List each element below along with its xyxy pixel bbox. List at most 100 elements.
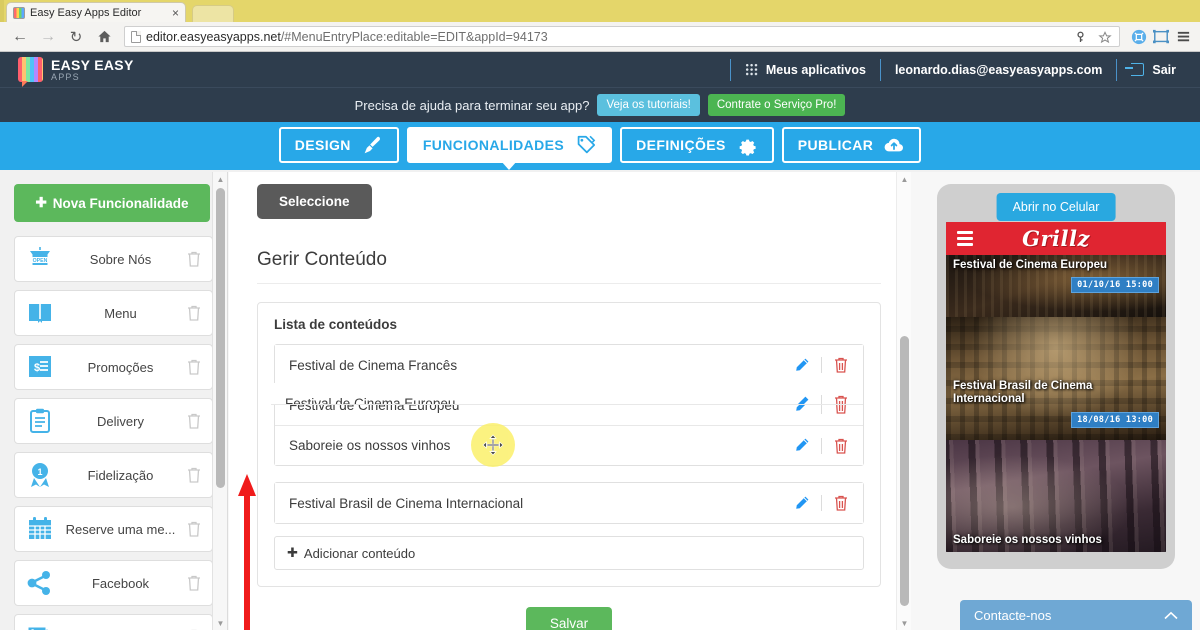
divider <box>821 357 822 373</box>
sidebar-scrollbar[interactable]: ▲ ▼ <box>212 172 227 630</box>
user-email-label: leonardo.dias@easyeasyapps.com <box>895 63 1102 77</box>
page-info-icon <box>131 31 141 43</box>
brand-subtitle: APPS <box>51 73 134 82</box>
tab-design[interactable]: DESIGN <box>279 127 399 163</box>
address-bar[interactable]: editor.easyeasyapps.net/#MenuEntryPlace:… <box>124 26 1120 47</box>
sidebar-item-promocoes[interactable]: $ Promoções <box>14 344 213 390</box>
sidebar-item-delivery[interactable]: Delivery <box>14 398 213 444</box>
tutorials-button[interactable]: Veja os tutoriais! <box>597 94 699 116</box>
trash-icon[interactable] <box>833 394 849 405</box>
scrollbar-thumb[interactable] <box>216 188 225 488</box>
preview-card[interactable]: Saboreie os nossos vinhos <box>946 440 1166 552</box>
table-row[interactable]: Festival de Cinema Francês <box>275 345 863 385</box>
preview-card[interactable]: Festival Brasil de Cinema Internacional … <box>946 317 1166 440</box>
forward-icon[interactable]: → <box>36 26 60 48</box>
sidebar-item-reserve-mesa[interactable]: Reserve uma me... <box>14 506 213 552</box>
trash-icon[interactable] <box>833 356 849 374</box>
scrollbar-track[interactable] <box>213 186 228 616</box>
trash-icon[interactable] <box>186 304 202 322</box>
select-button[interactable]: Seleccione <box>257 184 372 219</box>
sidebar-item-sobre-nos[interactable]: OPEN Sobre Nós <box>14 236 213 282</box>
trash-icon[interactable] <box>186 358 202 376</box>
home-icon[interactable] <box>92 26 116 48</box>
svg-text:$: $ <box>34 362 40 374</box>
save-button[interactable]: Salvar <box>526 607 612 630</box>
scrollbar-track[interactable] <box>897 186 911 616</box>
scrollbar-thumb[interactable] <box>900 336 909 606</box>
preview-card-title: Festival Brasil de Cinema Internacional <box>953 380 1130 406</box>
pencil-icon[interactable] <box>793 357 810 374</box>
tab-funcionalidades[interactable]: FUNCIONALIDADES <box>407 127 612 163</box>
hamburger-icon[interactable] <box>957 231 973 249</box>
screenshot-icon[interactable] <box>1152 26 1170 48</box>
my-apps-button[interactable]: Meus aplicativos <box>733 52 878 87</box>
sidebar-item-fidelizacao[interactable]: 1 Fidelização <box>14 452 213 498</box>
sidebar-item-facebook[interactable]: Facebook <box>14 560 213 606</box>
table-row[interactable]: Festival Brasil de Cinema Internacional <box>275 483 863 523</box>
user-email[interactable]: leonardo.dias@easyeasyapps.com <box>883 52 1114 87</box>
pencil-icon[interactable] <box>793 437 810 454</box>
trash-icon[interactable] <box>186 520 202 538</box>
pencil-icon[interactable] <box>793 395 810 406</box>
reload-icon[interactable]: ↻ <box>64 26 88 48</box>
menu-icon[interactable] <box>1174 26 1192 48</box>
back-icon[interactable]: ← <box>8 26 32 48</box>
page-title: Gerir Conteúdo <box>257 249 881 284</box>
new-feature-button[interactable]: ✚ Nova Funcionalidade <box>14 184 210 222</box>
grid-icon <box>745 63 758 76</box>
pencil-icon[interactable] <box>793 495 810 512</box>
key-icon[interactable] <box>1071 27 1089 49</box>
logout-icon <box>1131 63 1144 76</box>
content-scrollbar[interactable]: ▲ ▼ <box>896 172 911 630</box>
trash-icon[interactable] <box>186 250 202 268</box>
trash-icon[interactable] <box>186 412 202 430</box>
divider <box>821 495 822 511</box>
tab-definicoes-label: DEFINIÇÕES <box>636 137 726 153</box>
add-content-button[interactable]: ✚ Adicionar conteúdo <box>274 536 864 570</box>
sidebar-item-menu[interactable]: Menu <box>14 290 213 336</box>
star-icon[interactable] <box>1096 27 1114 49</box>
brand-logo-group[interactable]: EASY EASY APPS <box>0 57 134 82</box>
table-row[interactable]: Saboreie os nossos vinhos <box>275 425 863 465</box>
preview-card-title: Festival de Cinema Europeu <box>953 259 1130 272</box>
preview-card[interactable]: Festival de Cinema Europeu 01/10/16 15:0… <box>946 255 1166 317</box>
logout-button[interactable]: Sair <box>1119 52 1188 87</box>
browser-window: Easy Easy Apps Editor × ← → ↻ editor.eas… <box>0 0 1200 630</box>
scroll-down-icon[interactable]: ▼ <box>213 616 228 630</box>
pro-service-button[interactable]: Contrate o Serviço Pro! <box>708 94 846 116</box>
sidebar-item-fotos[interactable]: Fotos <box>14 614 213 630</box>
main-tabs: DESIGN FUNCIONALIDADES DEFINIÇÕES PUBLIC… <box>0 122 1200 170</box>
url-path: /#MenuEntryPlace:editable=EDIT&appId=941… <box>281 30 548 44</box>
features-sidebar: ✚ Nova Funcionalidade OPEN Sobre Nós <box>0 172 228 630</box>
scroll-up-icon[interactable]: ▲ <box>213 172 228 186</box>
plus-icon: ✚ <box>287 545 298 561</box>
tab-definicoes[interactable]: DEFINIÇÕES <box>620 127 774 163</box>
chevron-up-icon[interactable] <box>1164 608 1178 623</box>
tab-publicar[interactable]: PUBLICAR <box>782 127 922 163</box>
new-tab-button[interactable] <box>192 5 234 22</box>
trash-icon[interactable] <box>833 437 849 455</box>
new-feature-label: Nova Funcionalidade <box>53 196 189 211</box>
sidebar-item-label: Sobre Nós <box>55 252 186 267</box>
svg-text:1: 1 <box>37 467 42 477</box>
workspace: ✚ Nova Funcionalidade OPEN Sobre Nós <box>0 172 1200 630</box>
open-on-mobile-button[interactable]: Abrir no Celular <box>997 193 1116 221</box>
contact-us-bar[interactable]: Contacte-nos <box>960 600 1192 630</box>
drag-ghost-label: Festival de Cinema Europeu <box>285 396 793 406</box>
vertical-double-arrow-icon <box>236 472 258 630</box>
sidebar-item-label: Menu <box>55 306 186 321</box>
trash-icon[interactable] <box>833 494 849 512</box>
sidebar-item-label: Promoções <box>55 360 186 375</box>
divider <box>1116 59 1117 81</box>
divider <box>821 438 822 454</box>
drag-ghost-row[interactable]: Festival de Cinema Europeu <box>271 383 863 405</box>
extension-icon[interactable] <box>1130 26 1148 48</box>
close-icon[interactable]: × <box>172 7 179 19</box>
trash-icon[interactable] <box>186 466 202 484</box>
trash-icon[interactable] <box>186 574 202 592</box>
scroll-up-icon[interactable]: ▲ <box>897 172 911 186</box>
content-list-title: Lista de conteúdos <box>274 317 864 332</box>
move-cursor-icon <box>482 434 504 456</box>
browser-tab[interactable]: Easy Easy Apps Editor × <box>6 2 186 22</box>
scroll-down-icon[interactable]: ▼ <box>897 616 911 630</box>
